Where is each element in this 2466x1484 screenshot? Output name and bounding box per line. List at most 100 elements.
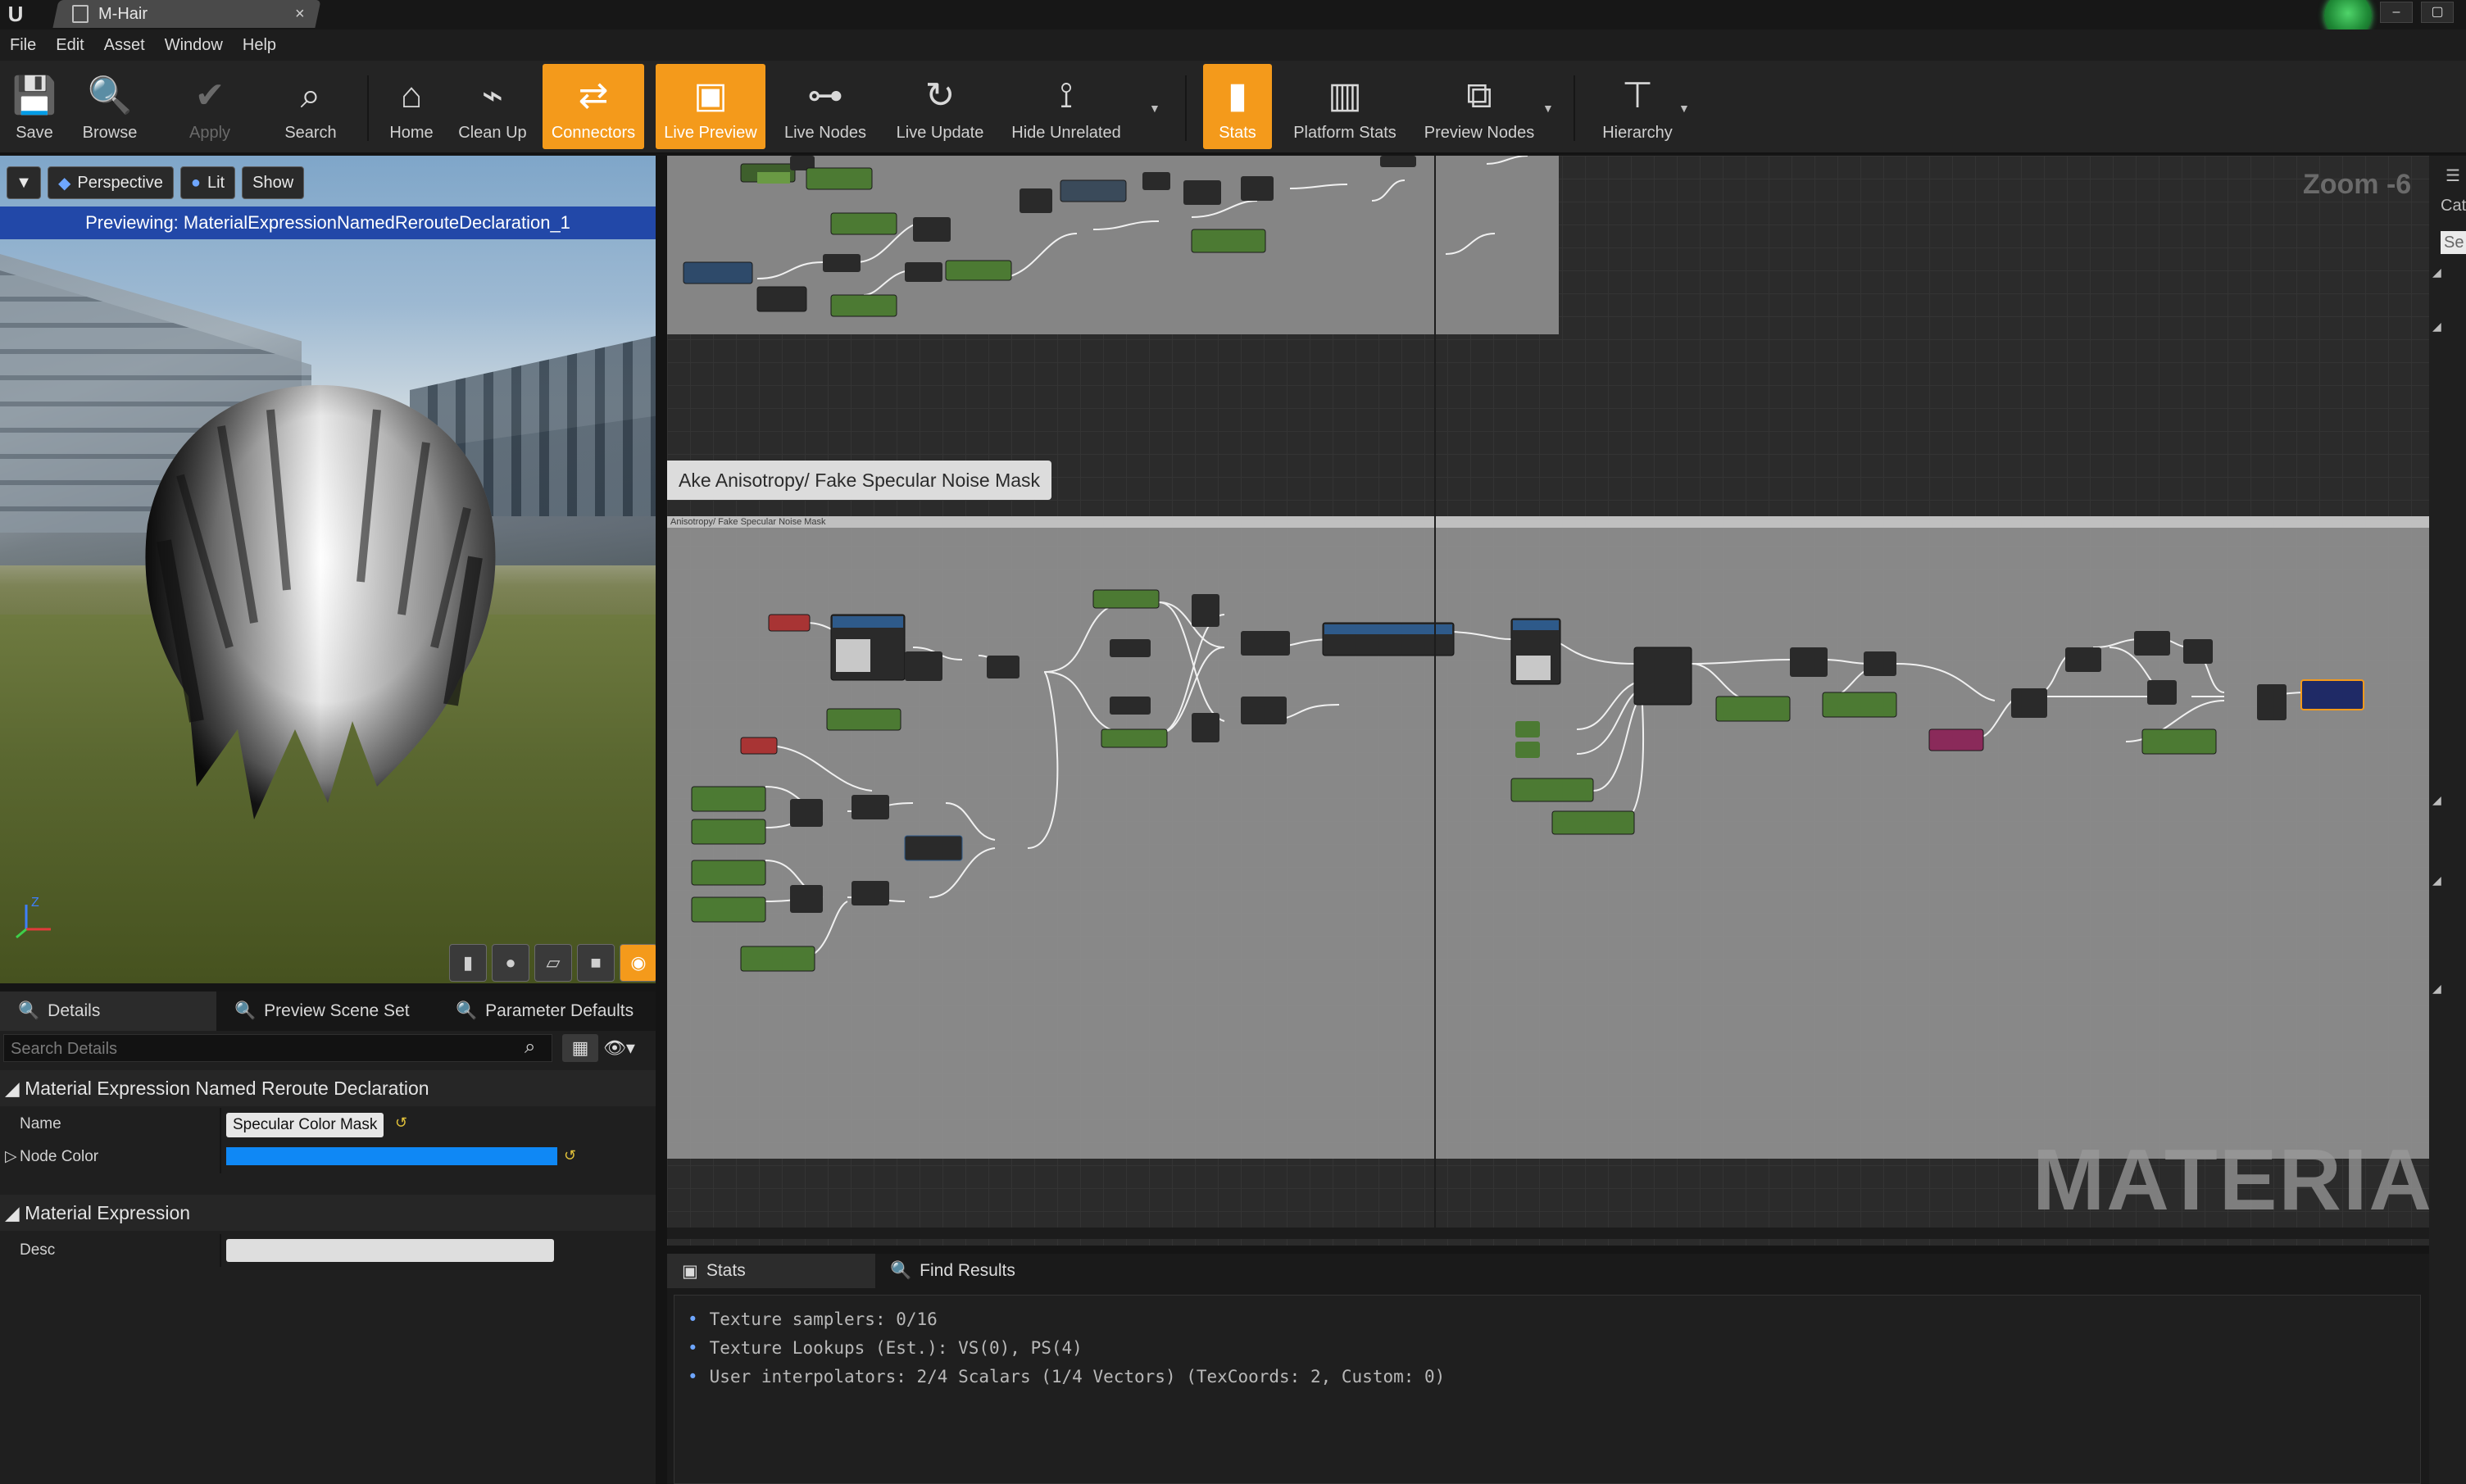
menu-asset[interactable]: Asset — [94, 36, 155, 55]
teapot-preview-icon[interactable]: ◉ — [620, 944, 656, 982]
node-color-swatch[interactable] — [226, 1147, 557, 1165]
collapse-triangle-icon[interactable]: ◢ — [2432, 982, 2441, 996]
title-bar — [0, 0, 2466, 30]
tab-stats[interactable]: ▣ Stats — [667, 1254, 875, 1288]
graph-nodes — [683, 156, 2364, 972]
column-divider[interactable] — [220, 1141, 221, 1173]
lit-button[interactable]: ● Lit — [179, 166, 236, 199]
preview-nodes-dropdown-icon[interactable]: ▼ — [1542, 102, 1554, 115]
menu-window[interactable]: Window — [155, 36, 233, 55]
find-results-icon: 🔍 — [890, 1261, 912, 1280]
hide-unrelated-dropdown-icon[interactable]: ▼ — [1149, 102, 1160, 115]
hierarchy-dropdown-icon[interactable]: ▼ — [1678, 102, 1690, 115]
collapse-triangle-icon[interactable]: ◢ — [2432, 320, 2441, 334]
property-matrix-icon[interactable]: ▦ — [562, 1034, 598, 1062]
document-tab-content: M-Hair — [72, 0, 148, 28]
search-icon: ⌕ — [525, 1036, 536, 1058]
node-graph-drawing — [683, 156, 2364, 1237]
desc-input[interactable] — [226, 1239, 554, 1262]
preview-nodes-button[interactable]: ⧉ Preview Nodes — [1418, 64, 1541, 149]
show-button[interactable]: Show — [242, 166, 305, 199]
palette-panel: ☰ Cat Se ◢ ◢ ◢ ◢ ◢ — [2429, 156, 2466, 1484]
live-nodes-button[interactable]: ⊶ Live Nodes — [777, 64, 874, 149]
preview-viewport[interactable]: ▼ ◆ Perspective ● Lit Show Previewing: Mat… — [0, 156, 656, 983]
live-preview-button[interactable]: ▣ Live Preview — [656, 64, 765, 149]
live-preview-icon: ▣ — [693, 75, 728, 116]
toolbar-separator — [1574, 75, 1575, 141]
property-row-name: Name Specular Color Mask ↺ — [0, 1108, 656, 1141]
stats-tab-icon: ▣ — [682, 1261, 698, 1281]
platform-stats-icon: ▥ — [1328, 75, 1362, 116]
preview-shape-buttons: ▮ ● ▱ ■ ◉ — [449, 944, 656, 982]
tab-parameter-defaults[interactable]: 🔍 Parameter Defaults — [438, 992, 656, 1031]
toolbar-separator — [367, 75, 369, 141]
name-value-field[interactable]: Specular Color Mask — [226, 1113, 384, 1137]
plane-preview-icon[interactable]: ▱ — [534, 944, 572, 982]
perspective-button[interactable]: ◆ Perspective — [48, 166, 174, 199]
category-material-expression[interactable]: ◢ Material Expression — [0, 1195, 656, 1231]
connectors-button[interactable]: ⇄ Connectors — [543, 64, 644, 149]
toolbar: 💾 Save 🔍 Browse ✔ Apply ⌕ Search ⌂ Home ⌁ Clea… — [0, 61, 2466, 154]
viewport-toolbar: ▼ ◆ Perspective ● Lit Show — [0, 166, 305, 200]
browse-button[interactable]: 🔍 Browse — [72, 64, 148, 149]
collapse-triangle-icon[interactable]: ◢ — [2432, 265, 2441, 279]
material-asset-icon — [72, 5, 89, 23]
details-icon: 🔍 — [18, 1001, 40, 1020]
tab-preview-scene-settings[interactable]: 🔍 Preview Scene Set — [216, 992, 438, 1031]
window-controls: – ▢ — [2380, 2, 2454, 23]
sphere-preview-icon[interactable]: ● — [492, 944, 529, 982]
clean-up-button[interactable]: ⌁ Clean Up — [452, 64, 533, 149]
collapse-triangle-icon: ◢ — [5, 1078, 25, 1099]
home-button[interactable]: ⌂ Home — [379, 64, 444, 149]
graph-horizontal-scrollbar[interactable] — [667, 1228, 2429, 1239]
minimize-icon[interactable]: – — [2380, 2, 2413, 23]
details-panel: 🔍 Details 🔍 Preview Scene Set 🔍 Parameter D… — [0, 992, 656, 1484]
menu-bar: File Edit Asset Window Help — [0, 29, 2466, 61]
collapse-triangle-icon[interactable]: ◢ — [2432, 793, 2441, 807]
stats-button[interactable]: ▮ Stats — [1203, 64, 1272, 149]
column-divider[interactable] — [220, 1108, 221, 1141]
unreal-logo-icon: U — [7, 2, 24, 26]
category-named-reroute-declaration[interactable]: ◢ Material Expression Named Reroute Decl… — [0, 1070, 656, 1106]
expand-node-color-icon[interactable]: ▷ — [5, 1141, 17, 1173]
menu-edit[interactable]: Edit — [46, 36, 93, 55]
material-watermark: MATERIAL — [2032, 1132, 2429, 1228]
reset-to-default-icon[interactable]: ↺ — [564, 1147, 576, 1164]
home-icon: ⌂ — [400, 75, 423, 116]
apply-button[interactable]: ✔ Apply — [180, 64, 239, 149]
cube-preview-icon[interactable]: ■ — [577, 944, 615, 982]
tab-close-icon[interactable]: × — [295, 0, 305, 28]
hide-unrelated-icon: ⟟ — [1059, 75, 1074, 116]
live-update-button[interactable]: ↻ Live Update — [887, 64, 993, 149]
menu-file[interactable]: File — [0, 36, 46, 55]
axis-z-label: Z — [31, 896, 39, 910]
connectors-icon: ⇄ — [578, 75, 609, 116]
cylinder-preview-icon[interactable]: ▮ — [449, 944, 487, 982]
collapse-triangle-icon: ◢ — [5, 1202, 25, 1223]
viewport-options-dropdown-icon[interactable]: ▼ — [7, 166, 41, 199]
palette-icon: ☰ — [2446, 167, 2460, 185]
tab-find-results[interactable]: 🔍 Find Results — [875, 1254, 1080, 1288]
platform-stats-button[interactable]: ▥ Platform Stats — [1283, 64, 1406, 149]
reset-to-default-icon[interactable]: ↺ — [395, 1114, 407, 1132]
material-graph-canvas[interactable]: Ake Anisotropy/ Fake Specular Noise Mask… — [667, 156, 2429, 1246]
maximize-icon[interactable]: ▢ — [2421, 2, 2454, 23]
hair-preview-mesh — [145, 385, 496, 819]
browse-icon: 🔍 — [87, 75, 133, 116]
axis-gizmo-icon: Z — [16, 896, 51, 939]
search-button[interactable]: ⌕ Search — [275, 64, 346, 149]
hide-unrelated-button[interactable]: ⟟ Hide Unrelated — [1005, 64, 1128, 149]
hierarchy-button[interactable]: ⊤ Hierarchy — [1593, 64, 1682, 149]
tab-details[interactable]: 🔍 Details — [0, 992, 216, 1031]
zoom-level-label: Zoom -6 — [2303, 169, 2412, 200]
property-label-node-color: Node Color — [20, 1148, 99, 1165]
palette-search-input[interactable]: Se — [2441, 231, 2466, 254]
save-button[interactable]: 💾 Save — [7, 64, 62, 149]
clean-up-icon: ⌁ — [481, 75, 504, 116]
menu-help[interactable]: Help — [233, 36, 286, 55]
panel-splitter[interactable] — [656, 156, 667, 1484]
column-divider[interactable] — [220, 1234, 221, 1267]
visibility-options-icon[interactable]: 👁▾ — [603, 1034, 652, 1062]
details-search-input[interactable]: Search Details — [3, 1034, 552, 1062]
collapse-triangle-icon[interactable]: ◢ — [2432, 874, 2441, 887]
